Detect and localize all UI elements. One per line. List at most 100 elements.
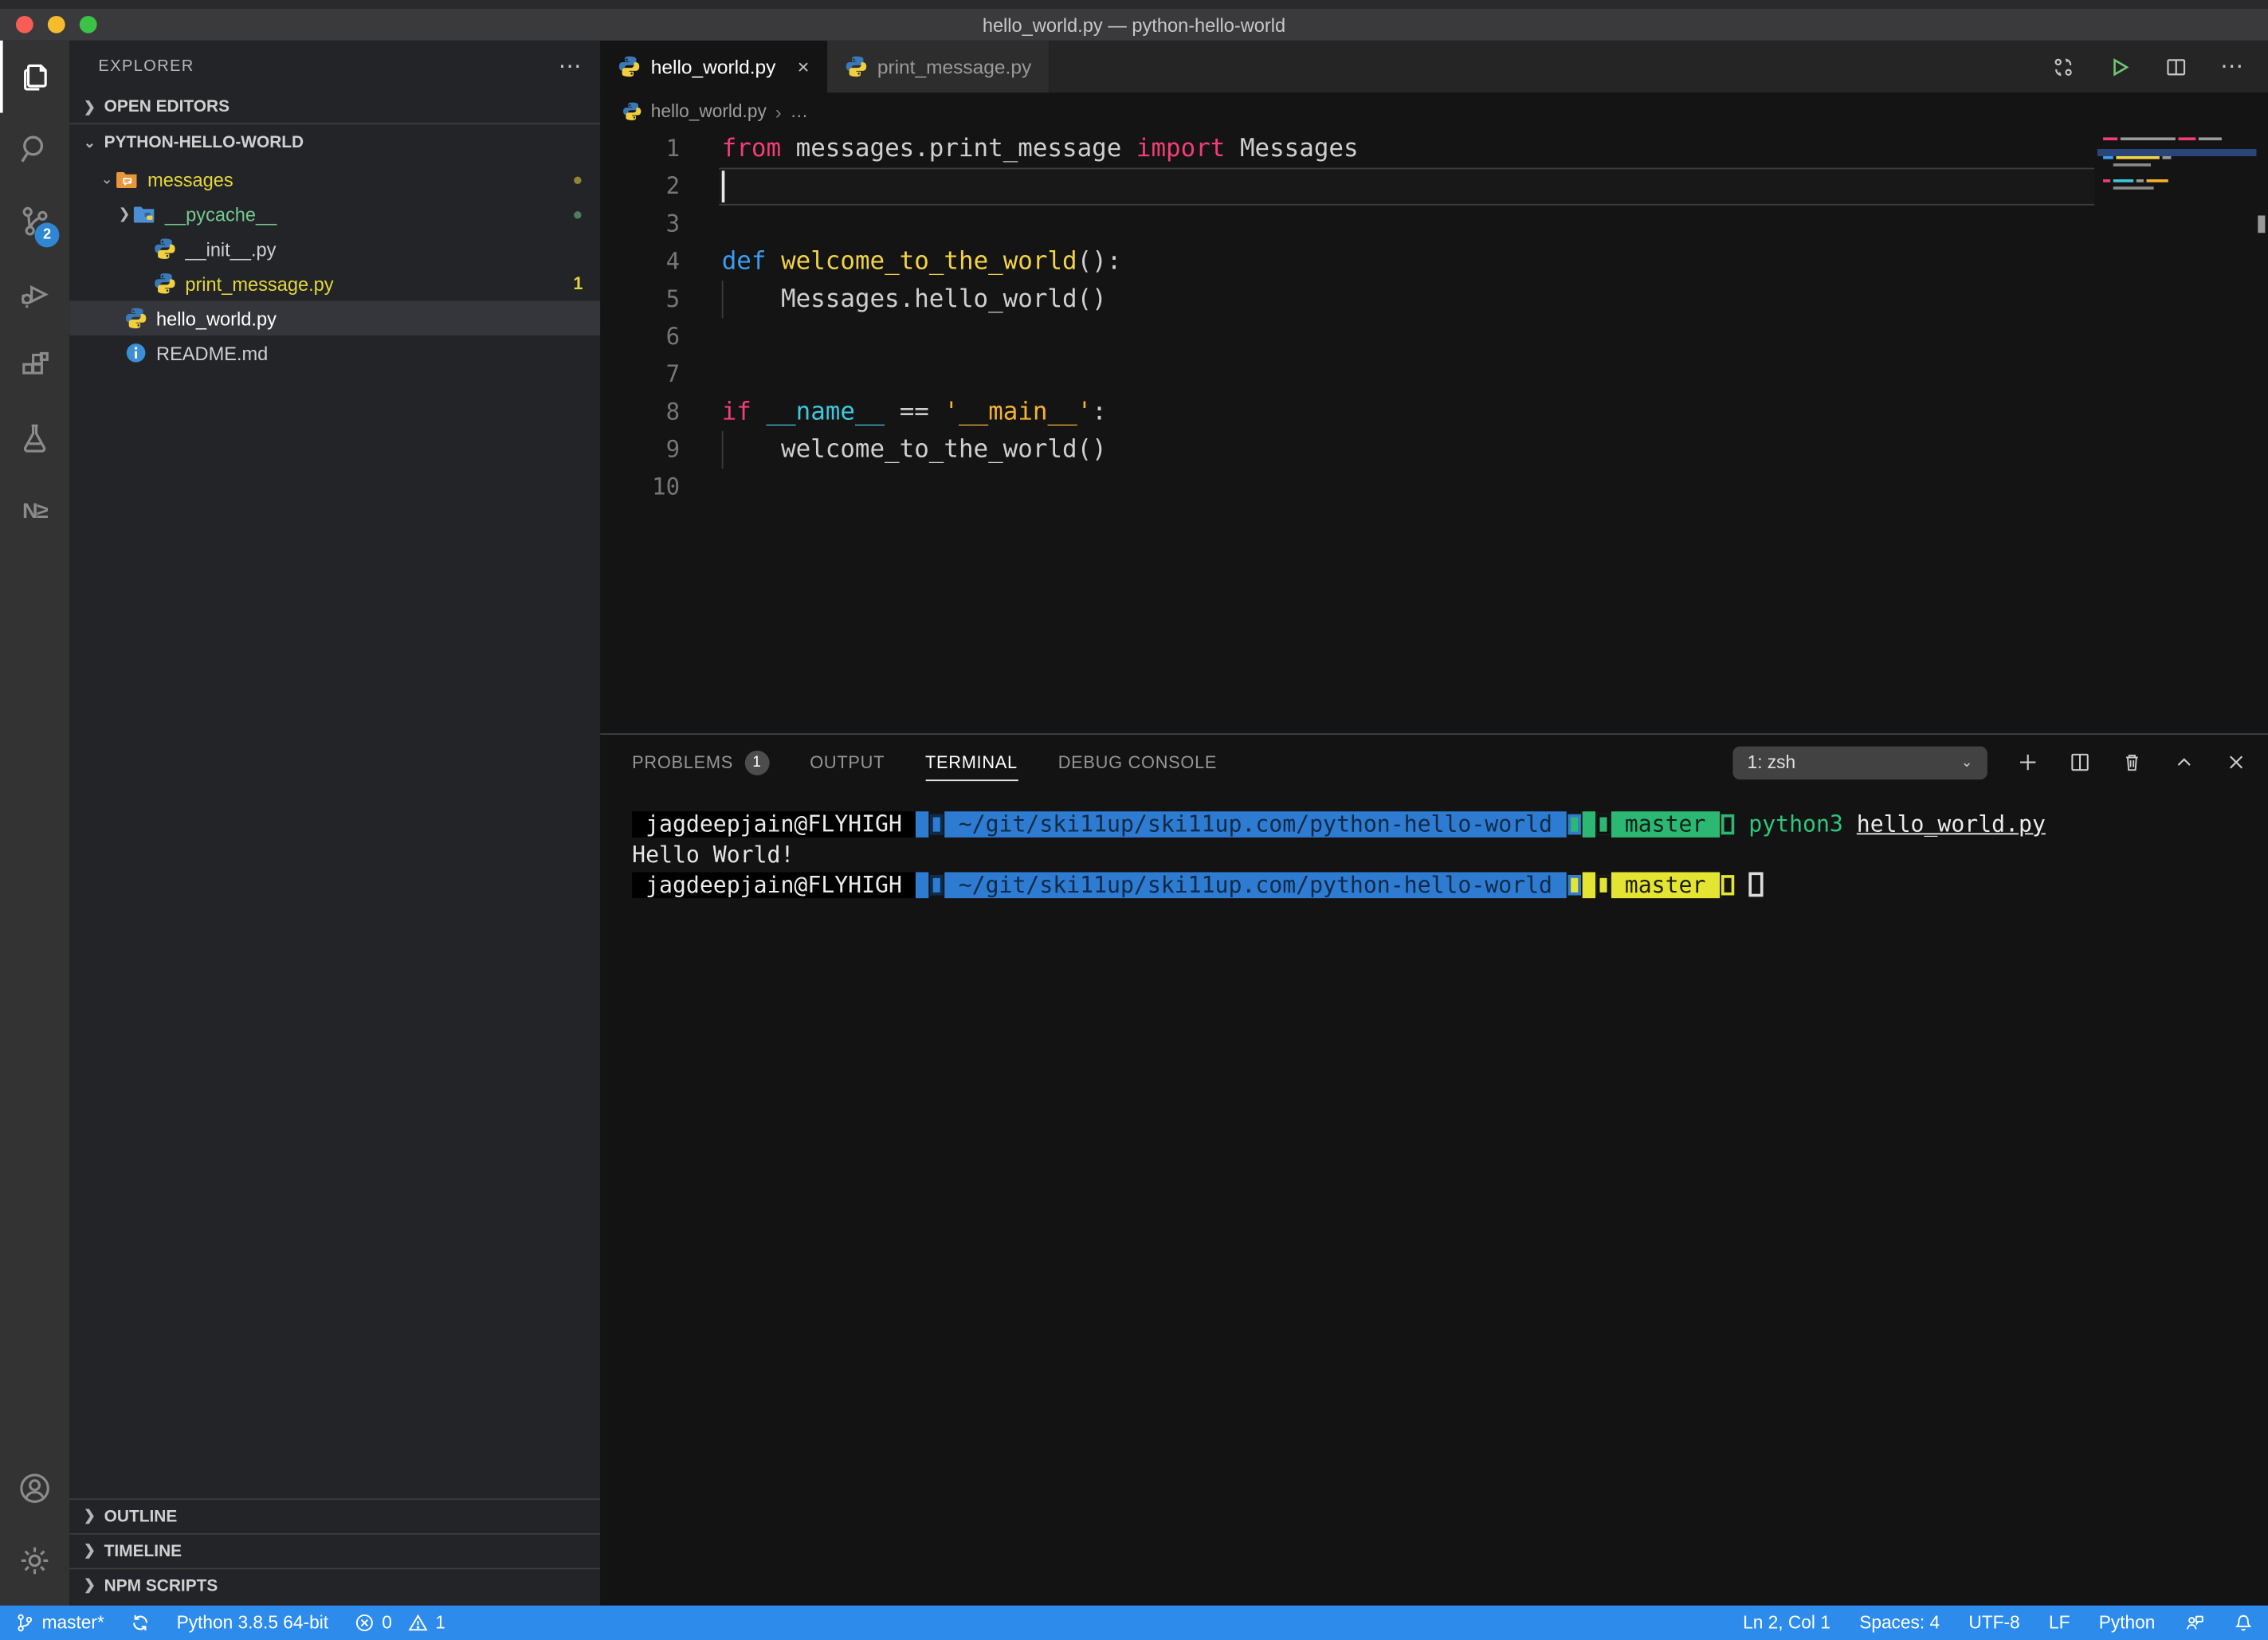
sidebar-bottom-sections: ❯ OUTLINE ❯ TIMELINE ❯ NPM SCRIPTS — [69, 1498, 600, 1605]
sync-changes-icon[interactable] — [130, 1613, 150, 1633]
window-title: hello_world.py — python-hello-world — [0, 14, 2268, 35]
scrollbar-thumb[interactable] — [2258, 215, 2265, 233]
terminal-segment — [916, 811, 929, 838]
close-window-button[interactable] — [16, 16, 33, 33]
chevron-down-icon: ⌄ — [1960, 755, 1972, 771]
tree-item-print-message-py[interactable]: print_message.py 1 — [69, 266, 600, 301]
terminal-segment: hello_world.py — [1857, 811, 2046, 838]
chevron-right-icon: ❯ — [81, 1578, 99, 1594]
root-folder-section[interactable]: ⌄ PYTHON-HELLO-WORLD — [69, 124, 600, 162]
tree-item-hello-world-py[interactable]: hello_world.py — [69, 301, 600, 336]
line-number: 8 — [600, 394, 680, 431]
cursor-position-status[interactable]: Ln 2, Col 1 — [1743, 1613, 1830, 1633]
settings-icon[interactable] — [0, 1524, 69, 1597]
code-line: 9 welcome_to_the_world() — [600, 431, 2268, 469]
new-terminal-icon[interactable] — [2016, 751, 2039, 774]
explorer-icon[interactable] — [0, 41, 69, 113]
tab-terminal[interactable]: TERMINAL — [925, 735, 1018, 790]
feedback-icon[interactable] — [2184, 1613, 2204, 1633]
tree-item-init-py[interactable]: __init__.py — [69, 231, 600, 266]
code-line: 2 — [600, 168, 2268, 206]
status-bar: master* Python 3.8.5 64-bit 0 1 Ln 2, Co… — [0, 1606, 2268, 1640]
open-editors-section[interactable]: ❯ OPEN EDITORS — [69, 91, 600, 124]
code-line: 6 — [600, 318, 2268, 355]
terminal-segment — [1735, 872, 1748, 898]
terminal-segment: ~/git/ski11up/ski11up.com/python-hello-w… — [945, 872, 1566, 898]
open-changes-icon[interactable] — [2051, 54, 2076, 79]
terminal-segment — [1582, 872, 1595, 898]
tab-debug-console[interactable]: DEBUG CONSOLE — [1058, 735, 1217, 790]
chevron-down-icon: ⌄ — [98, 171, 116, 187]
code-text: from messages.print_message import Messa… — [722, 130, 1359, 167]
breadcrumb[interactable]: hello_world.py › … — [600, 92, 2268, 130]
code-line: 5 Messages.hello_world() — [600, 281, 2268, 318]
minimap[interactable] — [2103, 136, 2248, 193]
bottom-panel: PROBLEMS 1 OUTPUT TERMINAL DEBUG CONSOLE — [600, 733, 2268, 1605]
notebook-icon[interactable]: N≥ — [0, 474, 69, 547]
line-number: 4 — [600, 243, 680, 281]
python-file-icon — [153, 272, 176, 295]
close-tab-icon[interactable]: × — [798, 55, 810, 78]
tab-hello-world-py[interactable]: hello_world.py × — [600, 41, 826, 92]
encoding-status[interactable]: UTF-8 — [1968, 1613, 2019, 1633]
tree-item-readme-md[interactable]: README.md — [69, 335, 600, 371]
vscode-window: hello_world.py — python-hello-world — [0, 0, 2268, 1640]
tab-output[interactable]: OUTPUT — [810, 735, 885, 790]
account-icon[interactable] — [0, 1452, 69, 1524]
code-text: Messages.hello_world() — [722, 281, 1107, 318]
more-actions-icon[interactable]: ⋯ — [2220, 52, 2245, 80]
problems-status[interactable]: 0 1 — [355, 1613, 445, 1633]
language-mode-status[interactable]: Python — [2099, 1613, 2156, 1633]
source-control-icon[interactable]: 2 — [0, 185, 69, 257]
outline-section[interactable]: ❯ OUTLINE — [69, 1498, 600, 1533]
problems-count-badge: 1 — [573, 273, 583, 293]
missing-glyph-box — [1568, 875, 1580, 895]
maximize-window-button[interactable] — [80, 16, 97, 33]
problems-badge: 1 — [745, 750, 770, 775]
maximize-panel-icon[interactable] — [2172, 751, 2195, 774]
tab-problems[interactable]: PROBLEMS 1 — [632, 735, 769, 790]
line-number: 2 — [600, 168, 680, 206]
terminal-segment: Hello World! — [632, 842, 794, 868]
terminal-output[interactable]: jagdeepjain@FLYHIGH ~/git/ski11up/ski11u… — [600, 790, 2268, 1606]
activity-bar: 2 N≥ — [0, 41, 69, 1606]
missing-glyph-box — [1597, 814, 1610, 834]
search-icon[interactable] — [0, 113, 69, 186]
missing-glyph-box — [1721, 814, 1733, 834]
split-editor-icon[interactable] — [2164, 54, 2188, 79]
window-controls — [16, 16, 97, 33]
kill-terminal-icon[interactable] — [2121, 751, 2144, 774]
notifications-bell-icon[interactable] — [2233, 1613, 2253, 1633]
tree-item-messages[interactable]: ⌄ messages ● — [69, 162, 600, 197]
terminal-shell-select[interactable]: 1: zsh ⌄ — [1732, 746, 1987, 779]
editor-group: hello_world.py × print_message.py — [600, 41, 2268, 1606]
extensions-icon[interactable] — [0, 330, 69, 402]
eol-status[interactable]: LF — [2049, 1613, 2070, 1633]
line-number: 3 — [600, 206, 680, 243]
tree-item-pycache[interactable]: ❯ __pycache__ ● — [69, 197, 600, 232]
folder-messages-icon — [116, 168, 139, 191]
code-text: if __name__ == '__main__': — [722, 394, 1107, 431]
run-debug-icon[interactable] — [0, 257, 69, 330]
testing-icon[interactable] — [0, 402, 69, 475]
code-editor[interactable]: 1from messages.print_message import Mess… — [600, 130, 2268, 733]
minimize-window-button[interactable] — [48, 16, 65, 33]
python-interpreter-status[interactable]: Python 3.8.5 64-bit — [177, 1613, 328, 1633]
timeline-section[interactable]: ❯ TIMELINE — [69, 1533, 600, 1568]
indentation-status[interactable]: Spaces: 4 — [1859, 1613, 1940, 1633]
python-file-icon — [618, 55, 641, 78]
sidebar-explorer: EXPLORER ⋯ ❯ OPEN EDITORS ⌄ PYTHON-HELLO… — [69, 41, 600, 1606]
npm-scripts-section[interactable]: ❯ NPM SCRIPTS — [69, 1568, 600, 1603]
close-panel-icon[interactable] — [2225, 751, 2248, 774]
split-terminal-icon[interactable] — [2069, 751, 2092, 774]
git-branch-status[interactable]: master* — [14, 1613, 104, 1633]
missing-glyph-box — [1568, 814, 1580, 834]
run-file-icon[interactable] — [2108, 54, 2133, 79]
tab-print-message-py[interactable]: print_message.py — [826, 41, 1050, 92]
editor-actions: ⋯ — [2051, 41, 2268, 92]
code-text: welcome_to_the_world() — [722, 431, 1107, 469]
missing-glyph-box — [1597, 875, 1610, 895]
explorer-more-actions-icon[interactable]: ⋯ — [559, 51, 583, 80]
code-token: import — [1136, 135, 1225, 163]
code-token: : — [1092, 398, 1107, 426]
